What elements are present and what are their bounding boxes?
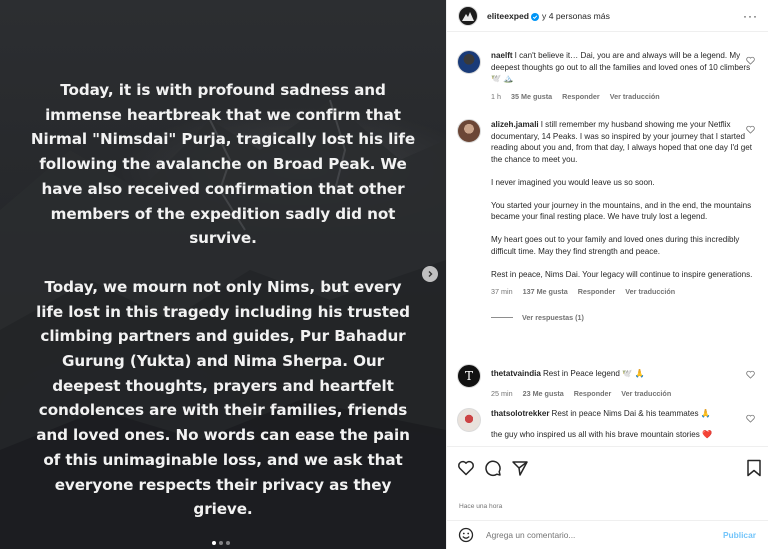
comment-body: thetatvaindia Rest in Peace legend 🕊️ 🙏 2… bbox=[491, 368, 753, 399]
chevron-right-icon bbox=[428, 271, 433, 277]
post-media: Today, it is with profound sadness and i… bbox=[0, 0, 446, 549]
comment-meta: 37 min 137 Me gusta Responder Ver traduc… bbox=[491, 286, 753, 298]
bookmark-icon[interactable] bbox=[746, 459, 762, 477]
translate-button[interactable]: Ver traducción bbox=[621, 388, 671, 400]
carousel-next-button[interactable] bbox=[422, 266, 438, 282]
heart-icon[interactable] bbox=[457, 459, 475, 477]
carousel-dot bbox=[219, 541, 223, 545]
comment-meta: 25 min 23 Me gusta Responder Ver traducc… bbox=[491, 388, 753, 400]
avatar[interactable] bbox=[457, 408, 481, 432]
comment-likes[interactable]: 23 Me gusta bbox=[523, 388, 564, 400]
comment-text: You started your journey in the mountain… bbox=[491, 200, 752, 222]
heart-icon[interactable] bbox=[746, 370, 755, 379]
comment-username[interactable]: thatsolotrekker bbox=[491, 409, 549, 418]
post-paragraph-1: Today, it is with profound sadness and i… bbox=[30, 81, 416, 248]
comment-text: I can't believe it… Dai, you are and alw… bbox=[491, 51, 751, 83]
comment-body: alizeh.jamali I still remember my husband… bbox=[491, 119, 753, 323]
avatar[interactable] bbox=[457, 119, 481, 143]
reply-button[interactable]: Responder bbox=[574, 388, 612, 400]
comment-body: naelft I can't believe it… Dai, you are a… bbox=[491, 50, 753, 102]
owner-username-text[interactable]: eliteexped bbox=[487, 11, 529, 21]
heart-icon[interactable] bbox=[746, 414, 755, 423]
comment-text: Rest in Peace legend 🕊️ 🙏 bbox=[542, 369, 645, 378]
owner-username[interactable]: eliteexped bbox=[487, 11, 540, 21]
emoji-icon[interactable] bbox=[458, 527, 474, 543]
replies-divider bbox=[491, 316, 513, 318]
comment-text: the guy who inspired us all with his bra… bbox=[491, 429, 713, 439]
reply-button[interactable]: Responder bbox=[562, 91, 600, 103]
comment-input[interactable] bbox=[486, 530, 723, 540]
collaborators-link[interactable]: y 4 personas más bbox=[542, 11, 610, 21]
comment-username[interactable]: naelft bbox=[491, 51, 513, 60]
heart-icon[interactable] bbox=[746, 125, 755, 134]
owner-avatar[interactable] bbox=[458, 5, 478, 26]
comment-time[interactable]: 25 min bbox=[491, 388, 513, 400]
comment-text: I never imagined you would leave us so s… bbox=[491, 177, 655, 187]
comment-icon[interactable] bbox=[484, 459, 502, 477]
mountain-logo-icon bbox=[462, 11, 474, 21]
post-timestamp[interactable]: Hace una hora bbox=[459, 503, 502, 510]
comments-list[interactable]: naelft I can't believe it… Dai, you are a… bbox=[447, 42, 768, 446]
view-replies-button[interactable]: Ver respuestas (1) bbox=[491, 312, 753, 324]
heart-icon[interactable] bbox=[746, 56, 755, 65]
post-details-panel: eliteexped y 4 personas más ··· naelft I … bbox=[446, 0, 768, 549]
comment-time[interactable]: 37 min bbox=[491, 286, 513, 298]
reply-button[interactable]: Responder bbox=[578, 286, 616, 298]
view-replies-label[interactable]: Ver respuestas (1) bbox=[522, 312, 584, 324]
publish-button[interactable]: Publicar bbox=[723, 530, 756, 540]
share-icon[interactable] bbox=[511, 459, 529, 477]
comment-likes[interactable]: 35 Me gusta bbox=[511, 91, 552, 103]
avatar[interactable]: T bbox=[457, 364, 481, 388]
comment-text: Rest in peace, Nims Dai. Your legacy wil… bbox=[491, 269, 753, 279]
comment-time[interactable]: 1 h bbox=[491, 91, 501, 103]
post-paragraph-2: Today, we mourn not only Nims, but every… bbox=[36, 277, 410, 519]
carousel-dot bbox=[226, 541, 230, 545]
carousel-dot bbox=[212, 541, 216, 545]
carousel-indicator bbox=[212, 541, 230, 545]
comment-text: My heart goes out to your family and lov… bbox=[491, 235, 740, 256]
avatar[interactable] bbox=[457, 50, 481, 74]
comment-likes[interactable]: 137 Me gusta bbox=[523, 286, 568, 298]
more-options-icon[interactable]: ··· bbox=[743, 9, 758, 23]
verified-badge-icon bbox=[531, 12, 540, 21]
translate-button[interactable]: Ver traducción bbox=[610, 91, 660, 103]
comment-body: thatsolotrekker Rest in peace Nims Dai & … bbox=[491, 408, 753, 440]
add-comment-bar: Publicar bbox=[446, 520, 768, 549]
translate-button[interactable]: Ver traducción bbox=[625, 286, 675, 298]
comment-text: Rest in peace Nims Dai & his teammates 🙏 bbox=[551, 409, 711, 418]
comment-username[interactable]: alizeh.jamali bbox=[491, 120, 539, 129]
post-caption-overlay: Today, it is with profound sadness and i… bbox=[30, 78, 416, 522]
comment-meta: 1 h 35 Me gusta Responder Ver traducción bbox=[491, 91, 753, 103]
post-header: eliteexped y 4 personas más ··· bbox=[447, 0, 768, 32]
action-bar bbox=[457, 459, 762, 477]
comment-username[interactable]: thetatvaindia bbox=[491, 369, 541, 378]
